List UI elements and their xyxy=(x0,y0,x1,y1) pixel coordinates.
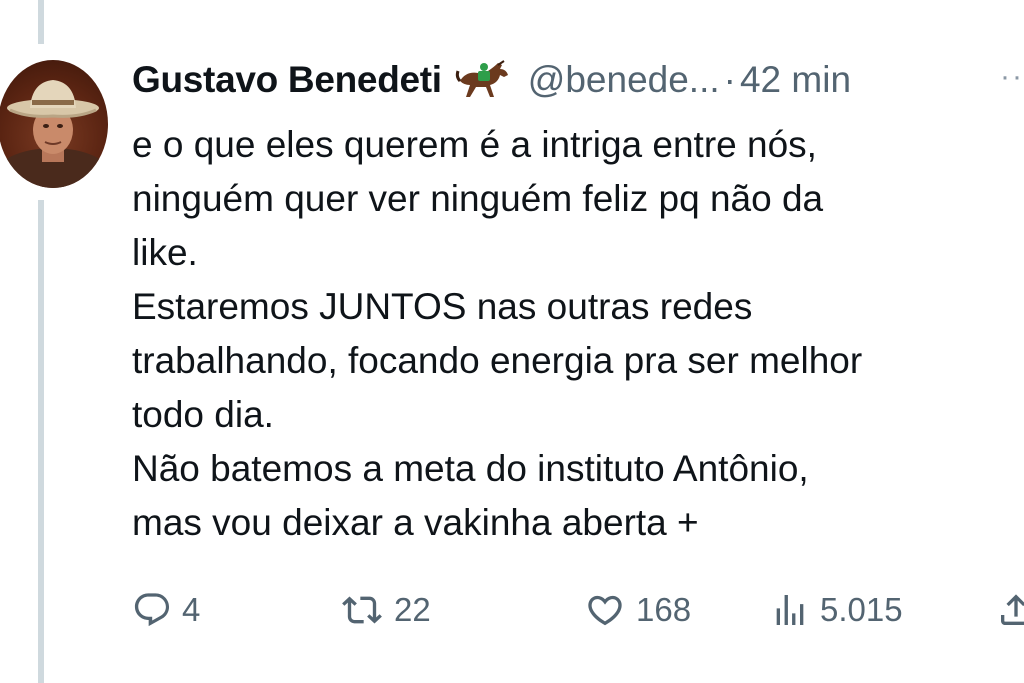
share-button[interactable] xyxy=(996,585,1024,635)
avatar[interactable] xyxy=(0,60,108,188)
tweet-text-line: todo dia. xyxy=(132,394,274,435)
retweet-count: 22 xyxy=(394,591,431,628)
horse-racing-icon xyxy=(454,57,514,103)
views-count: 5.015 xyxy=(820,591,903,628)
thread-connector-line xyxy=(38,0,44,44)
thread-connector-line xyxy=(38,200,44,683)
like-count: 168 xyxy=(636,591,692,628)
share-icon xyxy=(996,590,1024,630)
tweet-text-line: ninguém quer ver ninguém feliz pq não da xyxy=(132,178,824,219)
views-button[interactable]: 5.015 xyxy=(770,585,903,635)
retweet-icon xyxy=(340,590,384,630)
reply-icon xyxy=(132,590,172,630)
views-chart-icon xyxy=(770,590,810,630)
retweet-button[interactable]: 22 xyxy=(340,585,431,635)
separator-dot: · xyxy=(723,59,736,100)
reply-count: 4 xyxy=(182,591,201,628)
tweet-text-line: Estaremos JUNTOS nas outras redes xyxy=(132,286,753,327)
tweet-screenshot: Gustavo Benedeti @benede... · 42 min ·· … xyxy=(0,0,1024,683)
tweet-text-line: like. xyxy=(132,232,198,273)
author-name[interactable]: Gustavo Benedeti xyxy=(132,59,442,101)
tweet-header: Gustavo Benedeti @benede... · 42 min xyxy=(132,52,851,108)
more-dots-icon[interactable]: ·· xyxy=(1000,62,1024,92)
tweet-text-line: e o que eles querem é a intriga entre nó… xyxy=(132,124,817,165)
author-handle[interactable]: @benede... xyxy=(528,59,720,101)
tweet-text: e o que eles querem é a intriga entre nó… xyxy=(132,118,1012,550)
tweet-text-line: trabalhando, focando energia pra ser mel… xyxy=(132,340,863,381)
like-button[interactable]: 168 xyxy=(584,585,691,635)
heart-icon xyxy=(584,590,626,630)
tweet-actions-bar: 4 22 168 5.015 xyxy=(132,585,1024,635)
tweet-text-line: mas vou deixar a vakinha aberta + xyxy=(132,502,699,543)
tweet-text-line: Não batemos a meta do instituto Antônio, xyxy=(132,448,809,489)
avatar-cowboy-image xyxy=(0,80,108,188)
reply-button[interactable]: 4 xyxy=(132,585,200,635)
tweet-timestamp[interactable]: 42 min xyxy=(740,59,851,101)
